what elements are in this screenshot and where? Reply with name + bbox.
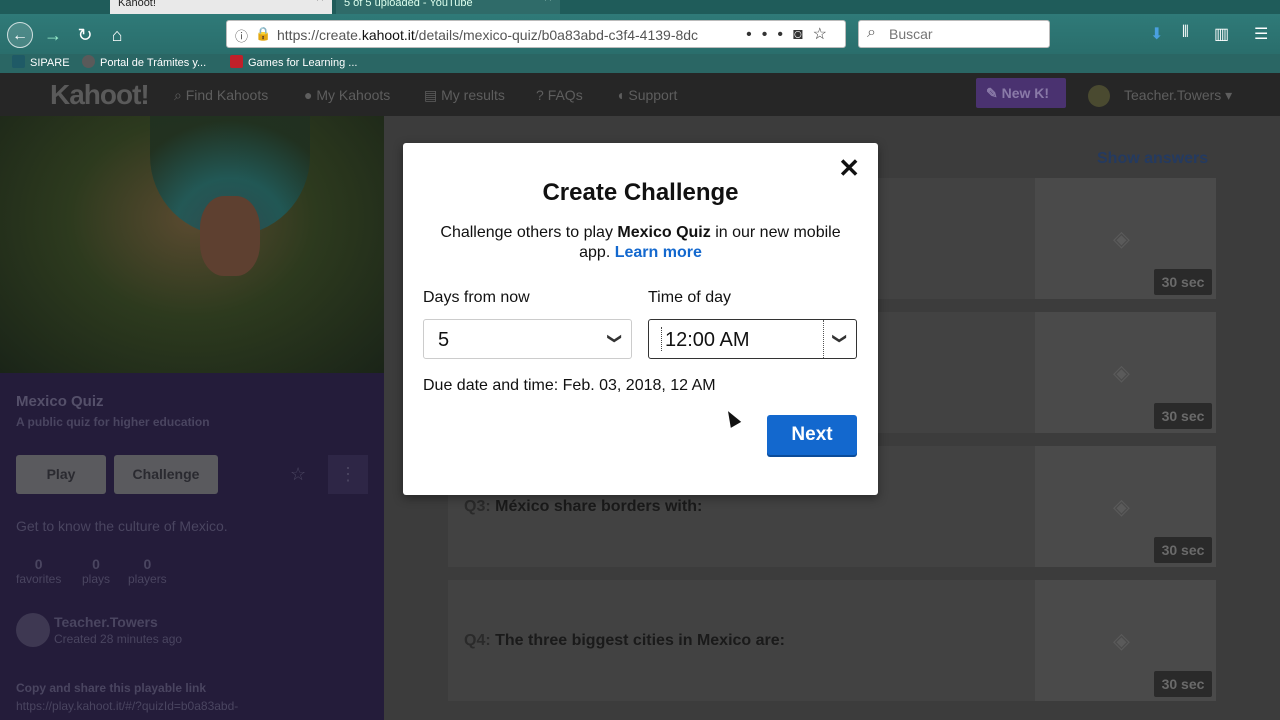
question-text: Q3: México share borders with:	[464, 498, 703, 515]
stat-favorites: 0 favorites	[16, 556, 62, 586]
user-icon: ●	[304, 87, 317, 103]
browser-tabstrip: Kahoot! × 5 of 5 uploaded - YouTube ×	[0, 0, 1280, 14]
quiz-details-panel: Mexico Quiz A public quiz for higher edu…	[0, 116, 384, 720]
quiz-title: Mexico Quiz	[16, 393, 104, 410]
search-bar[interactable]: ⌕	[858, 20, 1050, 48]
avatar[interactable]	[1088, 85, 1110, 107]
learn-more-link[interactable]: Learn more	[615, 244, 702, 261]
url-bar[interactable]: ⓘ 🔒 https://create.kahoot.it/details/mex…	[226, 20, 846, 48]
library-icon[interactable]: ⫴	[1182, 24, 1189, 42]
create-challenge-dialog: ✕ Create Challenge Challenge others to p…	[403, 143, 878, 495]
question-time: 30 sec	[1154, 269, 1212, 295]
menu-icon[interactable]: ☰	[1254, 24, 1268, 44]
tab-title: 5 of 5 uploaded - YouTube	[344, 0, 473, 9]
time-select[interactable]: 12:00 AM ❯	[648, 319, 857, 359]
question-icon: ?	[536, 87, 548, 103]
question-time: 30 sec	[1154, 671, 1212, 697]
reload-icon[interactable]: ↻	[72, 22, 98, 48]
question-time: 30 sec	[1154, 537, 1212, 563]
nav-find-kahoots[interactable]: ⌕ Find Kahoots	[174, 87, 268, 104]
new-kahoot-button[interactable]: ✎ New K!	[976, 78, 1066, 108]
nav-my-results[interactable]: ▤ My results	[424, 87, 505, 104]
days-value: 5	[438, 329, 450, 351]
list-icon: ▤	[424, 87, 442, 103]
creator-avatar[interactable]	[16, 613, 50, 647]
url-text[interactable]: https://create.kahoot.it/details/mexico-…	[277, 27, 733, 43]
nav-faqs[interactable]: ? FAQs	[536, 87, 583, 103]
question-image: ◈ 30 sec	[1035, 312, 1216, 433]
dialog-description: Challenge others to play Mexico Quiz in …	[440, 224, 841, 261]
sidebar-icon[interactable]: ▥	[1214, 24, 1229, 44]
kahoot-header: Kahoot! ⌕ Find Kahoots ● My Kahoots ▤ My…	[0, 73, 1280, 116]
shapes-icon: ◈	[1113, 628, 1130, 653]
home-icon[interactable]: ⌂	[104, 22, 130, 48]
quiz-cover-image	[0, 116, 384, 373]
kahoot-logo[interactable]: Kahoot!	[50, 79, 150, 111]
bookmark-sipare[interactable]: SIPARE	[12, 55, 70, 69]
page-actions[interactable]: •••◙☆	[746, 24, 837, 44]
bookmark-games[interactable]: Games for Learning ...	[230, 55, 357, 69]
time-label: Time of day	[648, 289, 731, 306]
question-row[interactable]: Q4: The three biggest cities in Mexico a…	[448, 580, 1216, 701]
share-label: Copy and share this playable link	[16, 681, 207, 695]
pocket-icon[interactable]: ◙	[793, 26, 813, 43]
search-icon: ⌕	[174, 87, 186, 103]
created-time: Created 28 minutes ago	[54, 632, 183, 646]
search-icon: ⌕	[867, 24, 876, 41]
user-menu[interactable]: Teacher.Towers ▾	[1124, 87, 1232, 104]
quiz-description: Get to know the culture of Mexico.	[16, 518, 228, 534]
info-icon[interactable]: ⓘ	[235, 26, 248, 45]
bookmark-portal[interactable]: Portal de Trámites y...	[82, 55, 206, 69]
play-button[interactable]: Play	[16, 455, 106, 494]
days-label: Days from now	[423, 289, 530, 306]
show-answers-button[interactable]: Show answers	[1097, 150, 1208, 168]
days-select[interactable]: 5 ❯	[423, 319, 632, 359]
edit-icon: ✎	[986, 85, 1002, 101]
time-value: 12:00 AM	[665, 329, 750, 351]
stat-players: 0 players	[128, 556, 167, 586]
due-date-text: Due date and time: Feb. 03, 2018, 12 AM	[423, 377, 716, 394]
browser-toolbar: ← → ↻ ⌂ ⓘ 🔒 https://create.kahoot.it/det…	[0, 14, 1280, 54]
search-input[interactable]	[889, 24, 1039, 44]
lock-icon: 🔒	[255, 26, 272, 41]
chevron-down-icon: ❯	[832, 332, 849, 345]
globe-icon	[82, 55, 95, 68]
shapes-icon: ◈	[1113, 226, 1130, 251]
tab-kahoot[interactable]: Kahoot! ×	[110, 0, 332, 14]
stat-plays: 0 plays	[82, 556, 111, 586]
question-image: ◈ 30 sec	[1035, 178, 1216, 299]
question-time: 30 sec	[1154, 403, 1212, 429]
challenge-button[interactable]: Challenge	[114, 455, 218, 494]
shapes-icon: ◈	[1113, 360, 1130, 385]
creator-name[interactable]: Teacher.Towers	[54, 614, 158, 630]
more-icon[interactable]: •••	[746, 26, 793, 43]
quiz-subtitle: A public quiz for higher education	[16, 415, 210, 429]
bookmark-favicon-icon	[12, 55, 25, 68]
bookmark-favicon-icon	[230, 55, 243, 68]
question-image: ◈ 30 sec	[1035, 446, 1216, 567]
back-arrow-icon[interactable]: ←	[7, 22, 33, 48]
tab-title: Kahoot!	[118, 0, 156, 9]
dialog-title: Create Challenge	[542, 179, 739, 206]
chevron-down-icon: ❯	[607, 332, 624, 345]
shapes-icon: ◈	[1113, 494, 1130, 519]
caret-down-icon: ▾	[1221, 87, 1233, 103]
star-icon[interactable]: ☆	[290, 464, 306, 485]
share-link[interactable]: https://play.kahoot.it/#/?quizId=b0a83ab…	[16, 699, 238, 713]
question-image: ◈ 30 sec	[1035, 580, 1216, 701]
bookmarks-bar: SIPARE Portal de Trámites y... Games for…	[0, 54, 1280, 73]
bookmark-star-icon[interactable]: ☆	[813, 26, 837, 43]
tab-youtube[interactable]: 5 of 5 uploaded - YouTube ×	[336, 0, 560, 14]
nav-support[interactable]: ◖ Support	[616, 87, 677, 103]
chat-icon: ◖	[616, 87, 629, 103]
download-icon[interactable]: ⬇	[1150, 24, 1163, 44]
next-button[interactable]: Next	[767, 415, 857, 455]
question-text: Q4: The three biggest cities in Mexico a…	[464, 632, 785, 649]
nav-my-kahoots[interactable]: ● My Kahoots	[304, 87, 390, 103]
forward-arrow-icon[interactable]: →	[40, 22, 66, 48]
more-options-icon[interactable]: ⋮	[328, 455, 368, 494]
